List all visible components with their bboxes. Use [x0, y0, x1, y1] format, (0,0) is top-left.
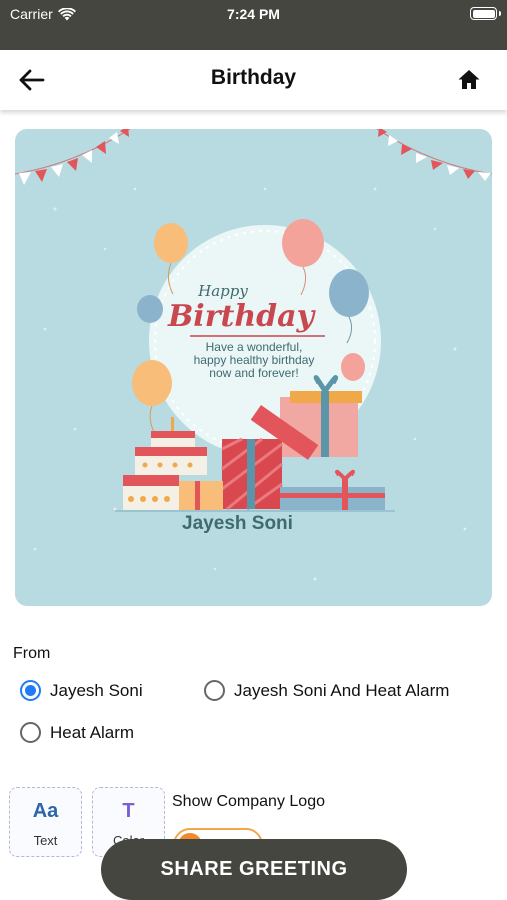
- battery-icon: [470, 7, 501, 20]
- page-title: Birthday: [210, 66, 297, 89]
- text-style-label: Text: [33, 833, 58, 848]
- card-message-line-2: happy healthy birthday: [194, 353, 315, 367]
- card-message-line-1: Have a wonderful,: [206, 340, 303, 354]
- radio-unselected-icon: [204, 680, 225, 701]
- radio-selected-icon: [20, 680, 41, 701]
- card-header-script: Happy: [197, 282, 248, 300]
- status-bar: Carrier 7:24 PM: [0, 0, 507, 50]
- from-label: From: [13, 645, 51, 662]
- radio-unselected-icon: [20, 722, 41, 743]
- share-greeting-button[interactable]: SHARE GREETING: [101, 839, 407, 900]
- status-time: 7:24 PM: [227, 6, 280, 22]
- greeting-card-preview[interactable]: Happy Birthday Have a wonderful, happy h…: [15, 129, 492, 606]
- from-option-label: Jayesh Soni: [50, 680, 143, 700]
- text-color-icon: T: [122, 800, 135, 822]
- card-recipient-name: Jayesh Soni: [182, 513, 293, 534]
- home-button[interactable]: [457, 68, 483, 94]
- text-style-icon: Aa: [32, 800, 59, 822]
- from-option-heat-alarm[interactable]: Heat Alarm: [20, 722, 134, 743]
- show-company-logo-label: Show Company Logo: [172, 793, 325, 810]
- from-option-label: Heat Alarm: [50, 722, 135, 742]
- from-option-jayesh-soni[interactable]: Jayesh Soni: [20, 680, 143, 701]
- card-title: Birthday: [167, 299, 317, 334]
- nav-bar: Birthday: [0, 50, 507, 110]
- home-icon: [458, 70, 480, 89]
- from-option-jayesh-soni-and-heat-alarm[interactable]: Jayesh Soni And Heat Alarm: [204, 680, 449, 701]
- text-style-button[interactable]: Aa Text: [9, 787, 82, 857]
- card-message-line-3: now and forever!: [209, 366, 298, 380]
- from-option-label: Jayesh Soni And Heat Alarm: [234, 680, 450, 700]
